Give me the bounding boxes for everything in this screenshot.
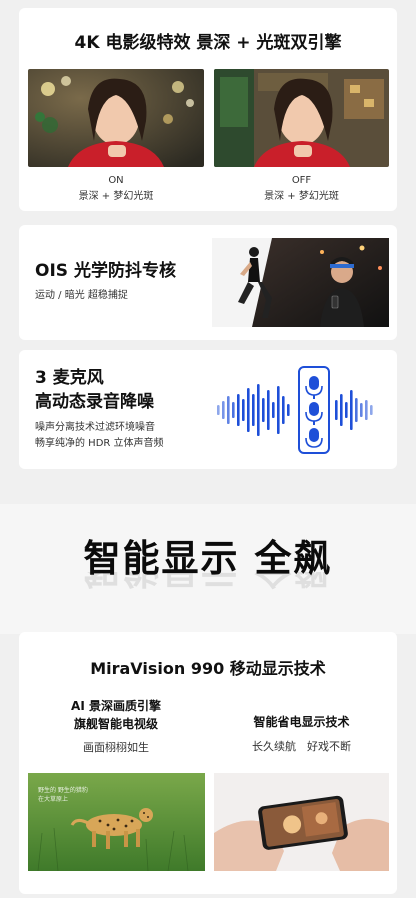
bokeh-off-photo	[214, 69, 389, 167]
bokeh-feature-card: 4K 电影级特效 景深 + 光斑双引擎 ON 景深 + 梦幻光斑 OFF 景深 …	[19, 8, 397, 211]
bokeh-on-photo	[28, 69, 204, 167]
cheetah-overlay-line1: 野生的 野生的猎豹	[38, 787, 88, 794]
phone-video-photo	[214, 773, 389, 871]
bokeh-title: 4K 电影级特效 景深 + 光斑双引擎	[74, 33, 342, 53]
ois-title: OIS 光学防抖专核	[35, 261, 176, 281]
mic-desc-line1: 噪声分离技术过滤环境噪音	[35, 422, 155, 433]
bokeh-off-desc: 景深 + 梦幻光斑	[264, 191, 339, 202]
mic-feature-card: 3 麦克风 高动态录音降噪 噪声分离技术过滤环境噪音 畅享纯净的 HDR 立体声…	[19, 350, 397, 469]
bokeh-off-label: OFF	[291, 175, 312, 186]
ois-runner-photo	[212, 238, 389, 327]
display-heading-reflection: 智能显示 全飙	[0, 572, 416, 600]
mic-desc-line2: 畅享纯净的 HDR 立体声音频	[35, 438, 164, 449]
bokeh-on-desc: 景深 + 梦幻光斑	[78, 191, 154, 202]
bokeh-on-label: ON	[108, 175, 124, 186]
cheetah-overlay-line2: 在大草原上	[38, 796, 69, 803]
ai-engine-heading-2: 旗舰智能电视级	[73, 717, 158, 731]
ois-subtitle: 运动 / 暗光 超稳捕捉	[35, 290, 128, 301]
mic-title-line2: 高动态录音降噪	[35, 392, 154, 412]
power-save-heading: 智能省电显示技术	[253, 715, 350, 729]
ois-feature-card: OIS 光学防抖专核 运动 / 暗光 超稳捕捉	[19, 225, 397, 340]
miravision-card: MiraVision 990 移动显示技术 AI 景深画质引擎 旗舰智能电视级 …	[19, 632, 397, 894]
mic-title-line1: 3 麦克风	[35, 368, 104, 388]
cheetah-photo: 野生的 野生的猎豹 在大草原上	[28, 773, 205, 871]
ai-engine-note: 画面栩栩如生	[83, 741, 149, 754]
power-save-note: 长久续航 好戏不断	[252, 740, 351, 753]
miravision-title: MiraVision 990 移动显示技术	[90, 659, 326, 678]
ai-engine-heading-1: AI 景深画质引擎	[71, 699, 161, 713]
sound-wave-icon	[213, 364, 389, 456]
